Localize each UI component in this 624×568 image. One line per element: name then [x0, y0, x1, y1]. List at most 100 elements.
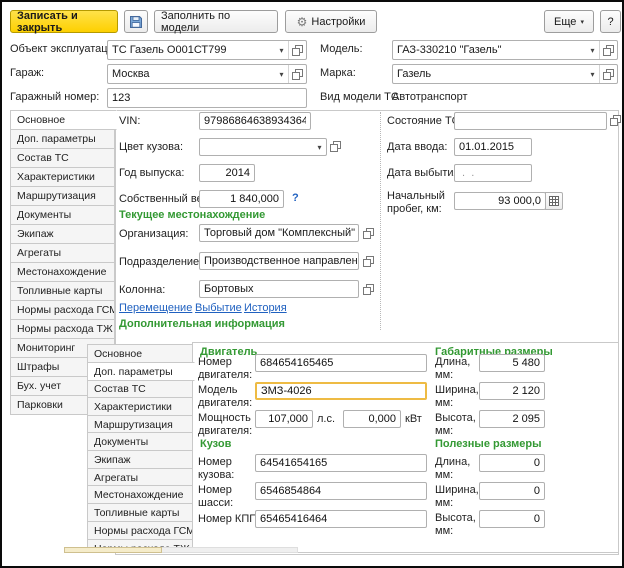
outer-tab-item[interactable]: Экипаж — [10, 224, 115, 244]
useful-height-input[interactable] — [479, 510, 545, 528]
inner-tab-item[interactable]: Топливные карты — [87, 503, 193, 522]
save-button[interactable] — [124, 10, 148, 33]
open-link-icon[interactable] — [610, 115, 621, 126]
outer-tab-item[interactable]: Топливные карты — [10, 281, 115, 301]
engine-power-hp-input[interactable] — [255, 410, 313, 428]
outer-tab-item[interactable]: Основное — [10, 110, 117, 130]
vin-input[interactable] — [199, 112, 311, 130]
engine-model-input[interactable] — [255, 382, 427, 400]
additional-info-header: Дополнительная информация — [119, 318, 285, 330]
engine-number-input[interactable] — [255, 354, 427, 372]
calculator-icon — [549, 196, 559, 206]
horizontal-scrollbar-thumb[interactable] — [64, 547, 162, 553]
vehicle-card-window: Записать и закрыть Заполнить по модели ⚙… — [0, 0, 624, 568]
garage-label: Гараж: — [10, 67, 44, 80]
outer-tab-item[interactable]: Агрегаты — [10, 243, 115, 263]
brand-combobox[interactable]: Газель ▾ — [392, 64, 618, 84]
inner-tab-item[interactable]: Характеристики — [87, 397, 193, 416]
gearbox-number-label: Номер КПП: — [198, 513, 260, 526]
object-combobox[interactable]: ТС Газель О001СТ799 ▾ — [107, 40, 307, 60]
entry-date-input[interactable] — [454, 138, 532, 156]
inner-tab-item[interactable]: Нормы расхода ГСМ — [87, 521, 193, 540]
vehicle-state-field[interactable] — [454, 112, 607, 130]
chevron-down-icon: ▾ — [580, 18, 584, 26]
division-field[interactable]: Производственное направление — [199, 252, 359, 270]
year-input[interactable] — [199, 164, 255, 182]
organization-label: Организация: — [119, 228, 188, 241]
overall-width-input[interactable] — [479, 382, 545, 400]
outer-tab-item[interactable]: Нормы расхода ГСМ — [10, 300, 115, 320]
body-color-label: Цвет кузова: — [119, 141, 183, 154]
inner-tab-item[interactable]: Состав ТС — [87, 379, 193, 398]
body-header: Кузов — [200, 438, 231, 450]
useful-width-label: Ширина, мм: — [435, 484, 477, 510]
column-field[interactable]: Бортовых — [199, 280, 359, 298]
help-button[interactable]: ? — [600, 10, 621, 33]
chevron-down-icon[interactable]: ▾ — [586, 70, 599, 79]
useful-length-input[interactable] — [479, 454, 545, 472]
outer-tab-item[interactable]: Доп. параметры — [10, 129, 115, 149]
model-type-label: Вид модели ТС: — [320, 91, 402, 104]
more-button[interactable]: Еще ▾ — [544, 10, 594, 33]
outer-tab-item[interactable]: Состав ТС — [10, 148, 115, 168]
inner-tab-item[interactable]: Местонахождение — [87, 485, 193, 504]
open-link-icon[interactable] — [330, 141, 341, 152]
year-label: Год выпуска: — [119, 167, 184, 180]
open-link-icon[interactable] — [600, 69, 617, 80]
model-combobox[interactable]: ГАЗ-330210 "Газель" ▾ — [392, 40, 618, 60]
chassis-number-label: Номер шасси: — [198, 484, 252, 510]
settings-button[interactable]: ⚙ Настройки — [285, 10, 377, 33]
gear-icon: ⚙ — [297, 16, 308, 28]
current-location-header: Текущее местонахождение — [119, 209, 265, 221]
model-value: ГАЗ-330210 "Газель" — [393, 44, 586, 56]
outer-tab-item[interactable]: Документы — [10, 205, 115, 225]
fill-by-model-button[interactable]: Заполнить по модели — [154, 10, 278, 33]
gearbox-number-input[interactable] — [255, 510, 427, 528]
more-button-label: Еще — [554, 16, 576, 28]
open-link-icon[interactable] — [363, 256, 374, 267]
inner-tab-item[interactable]: Документы — [87, 432, 193, 451]
engine-power-label: Мощность двигателя: — [198, 412, 254, 438]
outer-tab-item[interactable]: Маршрутизация — [10, 186, 115, 206]
initial-mileage-input[interactable] — [454, 192, 546, 210]
inner-tab-item[interactable]: Основное — [87, 344, 193, 363]
useful-width-input[interactable] — [479, 482, 545, 500]
save-and-close-button[interactable]: Записать и закрыть — [10, 10, 118, 33]
body-number-input[interactable] — [255, 454, 427, 472]
chassis-number-input[interactable] — [255, 482, 427, 500]
column-separator — [380, 112, 381, 330]
disposal-date-label: Дата выбытия: — [387, 167, 463, 180]
outer-tab-item[interactable]: Характеристики — [10, 167, 115, 187]
disposal-date-input[interactable] — [454, 164, 532, 182]
open-link-icon[interactable] — [363, 284, 374, 295]
chevron-down-icon[interactable]: ▾ — [275, 70, 288, 79]
overall-height-input[interactable] — [479, 410, 545, 428]
useful-height-label: Высота, мм: — [435, 512, 477, 538]
chevron-down-icon[interactable]: ▾ — [275, 46, 288, 55]
settings-button-label: Настройки — [311, 16, 365, 28]
garage-number-input[interactable] — [107, 88, 307, 108]
overall-length-input[interactable] — [479, 354, 545, 372]
calculator-button[interactable] — [545, 192, 563, 210]
chevron-down-icon[interactable]: ▾ — [313, 143, 326, 152]
outer-tab-item[interactable]: Местонахождение — [10, 262, 115, 282]
garage-combobox[interactable]: Москва ▾ — [107, 64, 307, 84]
own-weight-input[interactable] — [199, 190, 284, 208]
disposal-link[interactable]: Выбытие — [195, 302, 242, 314]
organization-field[interactable]: Торговый дом "Комплексный" — [199, 224, 359, 242]
object-value: ТС Газель О001СТ799 — [108, 44, 275, 56]
inner-tab-item[interactable]: Доп. параметры — [87, 362, 195, 381]
body-color-combobox[interactable]: ▾ — [199, 138, 327, 156]
chevron-down-icon[interactable]: ▾ — [586, 46, 599, 55]
vehicle-state-label: Состояние ТС: — [387, 115, 463, 128]
open-link-icon[interactable] — [289, 45, 306, 56]
open-link-icon[interactable] — [363, 228, 374, 239]
engine-power-kw-input[interactable] — [343, 410, 401, 428]
inner-tab-item[interactable]: Экипаж — [87, 450, 193, 469]
open-link-icon[interactable] — [289, 69, 306, 80]
open-link-icon[interactable] — [600, 45, 617, 56]
outer-tab-item[interactable]: Нормы расхода ТЖ — [10, 319, 115, 339]
weight-help-icon[interactable]: ? — [292, 192, 299, 204]
history-link[interactable]: История — [244, 302, 287, 314]
movement-link[interactable]: Перемещение — [119, 302, 192, 314]
